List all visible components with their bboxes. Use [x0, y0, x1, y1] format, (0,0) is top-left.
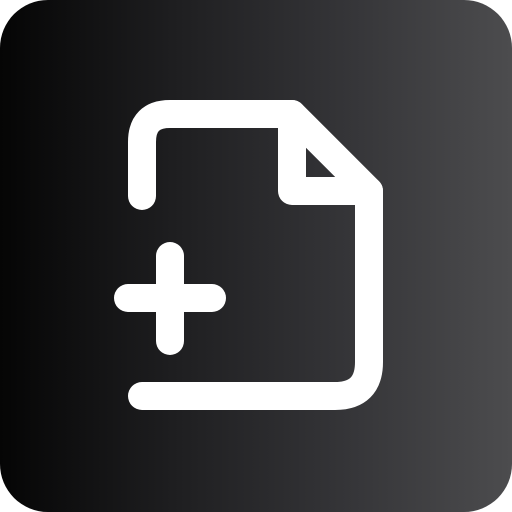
new-file-app-icon[interactable] [0, 0, 512, 512]
file-plus-icon [114, 100, 383, 410]
